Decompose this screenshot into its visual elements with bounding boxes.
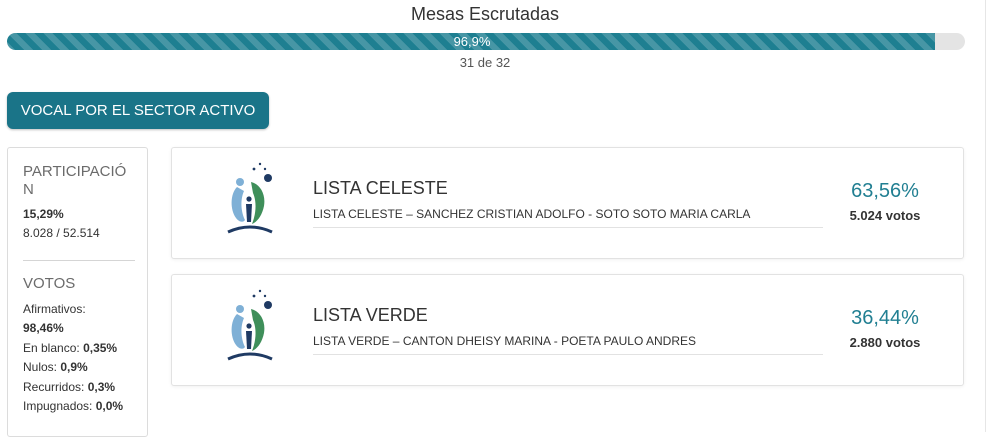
sector-button[interactable]: VOCAL POR EL SECTOR ACTIVO — [7, 92, 269, 129]
list-members: LISTA CELESTE – SANCHEZ CRISTIAN ADOLFO … — [313, 207, 751, 221]
summary-panel: PARTICIPACIÓ N 15,29% 8.028 / 52.514 VOT… — [7, 147, 148, 437]
participation-percent: 15,29% — [23, 207, 64, 221]
nulos-value: 0,9% — [60, 360, 88, 374]
list-name: LISTA VERDE — [313, 305, 428, 325]
divider — [313, 354, 823, 355]
blanco-value: 0,35% — [83, 341, 118, 355]
divider — [313, 227, 823, 228]
list-card-verde[interactable]: LISTA VERDE LISTA VERDE – CANTON DHEISY … — [171, 274, 964, 386]
nulos-row: Nulos: 0,9% — [23, 359, 88, 375]
list-card-celeste[interactable]: LISTA CELESTE LISTA CELESTE – SANCHEZ CR… — [171, 147, 964, 259]
list-name: LISTA CELESTE — [313, 178, 448, 198]
list-members: LISTA VERDE – CANTON DHEISY MARINA - POE… — [313, 334, 696, 348]
recurridos-label: Recurridos: — [23, 380, 85, 394]
people-logo-icon — [227, 289, 273, 361]
participation-title-line1: PARTICIPACIÓ — [23, 163, 127, 180]
progress-title: Mesas Escrutadas — [410, 4, 560, 24]
participation-title: PARTICIPACIÓ N — [23, 163, 126, 199]
blanco-row: En blanco: 0,35% — [23, 340, 117, 356]
afirmativos-label: Afirmativos: — [23, 302, 86, 316]
impugnados-value: 0,0% — [95, 399, 124, 413]
scrollbar-track[interactable] — [985, 0, 986, 432]
participation-ratio: 8.028 / 52.514 — [23, 226, 100, 240]
people-logo-icon — [227, 162, 273, 234]
list-percent: 63,56% — [851, 180, 919, 202]
votes-title: VOTOS — [23, 275, 76, 292]
recurridos-value: 0,3% — [87, 380, 116, 394]
list-percent: 36,44% — [851, 307, 919, 329]
blanco-label: En blanco: — [23, 341, 80, 355]
list-votes: 5.024 votos — [849, 208, 921, 223]
progress-percent: 96,9% — [453, 34, 491, 49]
impugnados-row: Impugnados: 0,0% — [23, 398, 123, 414]
recurridos-row: Recurridos: 0,3% — [23, 379, 115, 395]
participation-title-line2: N — [23, 181, 34, 198]
list-votes: 2.880 votos — [849, 335, 921, 350]
divider — [23, 260, 135, 261]
progress-count: 31 de 32 — [459, 55, 511, 70]
impugnados-label: Impugnados: — [23, 399, 93, 413]
nulos-label: Nulos: — [23, 360, 58, 374]
afirmativos-value: 98,46% — [23, 321, 64, 335]
